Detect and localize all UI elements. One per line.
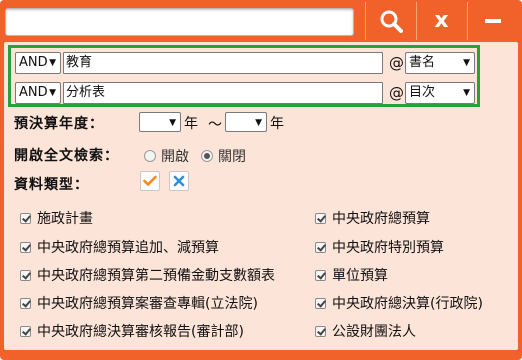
type-label: 中央政府總決算審核報告(審計部) bbox=[37, 324, 244, 340]
radio-label: 開啟 bbox=[161, 149, 189, 165]
x-icon bbox=[173, 175, 185, 187]
type-label: 中央政府總預算第二預備金動支數額表 bbox=[37, 268, 275, 284]
field-value: 書名 bbox=[409, 55, 436, 70]
type-checkbox[interactable]: 單位預算 bbox=[315, 265, 388, 285]
search-button[interactable] bbox=[365, 2, 415, 40]
keyword-input[interactable]: 分析表 bbox=[63, 82, 383, 104]
select-all-button[interactable] bbox=[140, 171, 160, 191]
checkbox-checked-icon bbox=[20, 325, 31, 337]
field-select[interactable]: 書名 ▼ bbox=[405, 52, 475, 74]
type-checkbox[interactable]: 中央政府總預算追加、減預算 bbox=[20, 237, 219, 257]
checkbox-checked-icon bbox=[20, 212, 31, 224]
type-checkbox[interactable]: 施政計畫 bbox=[20, 208, 93, 228]
search-icon bbox=[380, 10, 403, 33]
type-label: 中央政府總預算 bbox=[332, 211, 430, 227]
fulltext-on-radio[interactable]: 開啟 bbox=[144, 146, 189, 166]
checkbox-checked-icon bbox=[315, 325, 326, 337]
operator-select[interactable]: AND ▼ bbox=[15, 52, 61, 74]
checkbox-checked-icon bbox=[315, 269, 326, 281]
year-unit: 年 bbox=[184, 116, 198, 132]
type-label: 中央政府總預算案審查專輯(立法院) bbox=[37, 296, 258, 312]
operator-value: AND bbox=[19, 55, 48, 70]
type-label: 單位預算 bbox=[332, 268, 388, 284]
year-unit: 年 bbox=[270, 116, 284, 132]
checkbox-checked-icon bbox=[20, 297, 31, 309]
minimize-button[interactable] bbox=[467, 2, 517, 40]
field-value: 目次 bbox=[409, 85, 436, 100]
dropdown-arrow-icon: ▼ bbox=[463, 88, 470, 98]
close-icon: x bbox=[434, 8, 449, 33]
dropdown-arrow-icon: ▼ bbox=[49, 58, 56, 68]
type-checkbox[interactable]: 中央政府總決算(行政院) bbox=[315, 293, 483, 313]
type-checkbox[interactable]: 公設財團法人 bbox=[315, 321, 416, 341]
at-sign: @ bbox=[389, 54, 404, 72]
condition-group: AND ▼ 教育 @ 書名 ▼ AND ▼ 分析表 @ 目次 ▼ bbox=[8, 45, 480, 107]
checkbox-checked-icon bbox=[20, 241, 31, 253]
dropdown-arrow-icon: ▼ bbox=[49, 88, 56, 98]
dropdown-arrow-icon: ▼ bbox=[255, 118, 262, 128]
dropdown-arrow-icon: ▼ bbox=[463, 58, 470, 68]
field-select[interactable]: 目次 ▼ bbox=[405, 82, 475, 104]
checkbox-checked-icon bbox=[315, 212, 326, 224]
radio-selected-icon bbox=[201, 150, 213, 162]
type-label: 中央政府總預算追加、減預算 bbox=[37, 240, 219, 256]
data-type-label: 資料類型： bbox=[14, 177, 89, 193]
operator-value: AND bbox=[19, 85, 48, 100]
minimize-icon bbox=[484, 19, 501, 23]
condition-row: AND ▼ 分析表 @ 目次 ▼ bbox=[15, 82, 475, 104]
quick-search-input[interactable] bbox=[5, 8, 354, 36]
keyword-input[interactable]: 教育 bbox=[63, 52, 383, 74]
clear-all-button[interactable] bbox=[169, 171, 189, 191]
operator-select[interactable]: AND ▼ bbox=[15, 82, 61, 104]
year-start-select[interactable]: ▼ bbox=[139, 112, 181, 132]
type-checkbox[interactable]: 中央政府特別預算 bbox=[315, 237, 444, 257]
checkbox-checked-icon bbox=[315, 241, 326, 253]
search-dialog: x AND ▼ 教育 @ 書名 ▼ AND ▼ 分析表 @ 目次 ▼ 預決算年度… bbox=[0, 0, 522, 360]
type-label: 中央政府總決算(行政院) bbox=[332, 296, 483, 312]
year-label: 預決算年度： bbox=[14, 116, 104, 132]
checkbox-checked-icon bbox=[20, 269, 31, 281]
at-sign: @ bbox=[389, 84, 404, 102]
search-panel: AND ▼ 教育 @ 書名 ▼ AND ▼ 分析表 @ 目次 ▼ 預決算年度： … bbox=[4, 42, 518, 350]
close-button[interactable]: x bbox=[416, 2, 466, 40]
radio-label: 關閉 bbox=[218, 149, 246, 165]
type-checkbox[interactable]: 中央政府總決算審核報告(審計部) bbox=[20, 321, 244, 341]
fulltext-off-radio[interactable]: 關閉 bbox=[201, 146, 246, 166]
type-label: 施政計畫 bbox=[37, 211, 93, 227]
check-icon bbox=[143, 175, 157, 186]
type-label: 中央政府特別預算 bbox=[332, 240, 444, 256]
type-checkbox[interactable]: 中央政府總預算案審查專輯(立法院) bbox=[20, 293, 258, 313]
type-checkbox[interactable]: 中央政府總預算第二預備金動支數額表 bbox=[20, 265, 275, 285]
condition-row: AND ▼ 教育 @ 書名 ▼ bbox=[15, 52, 475, 74]
radio-icon bbox=[144, 150, 156, 162]
fulltext-label: 開啟全文檢索： bbox=[14, 148, 119, 164]
dropdown-arrow-icon: ▼ bbox=[169, 118, 176, 128]
range-separator: ～ bbox=[208, 117, 222, 133]
checkbox-checked-icon bbox=[315, 297, 326, 309]
type-label: 公設財團法人 bbox=[332, 324, 416, 340]
year-end-select[interactable]: ▼ bbox=[225, 112, 267, 132]
type-checkbox[interactable]: 中央政府總預算 bbox=[315, 208, 430, 228]
